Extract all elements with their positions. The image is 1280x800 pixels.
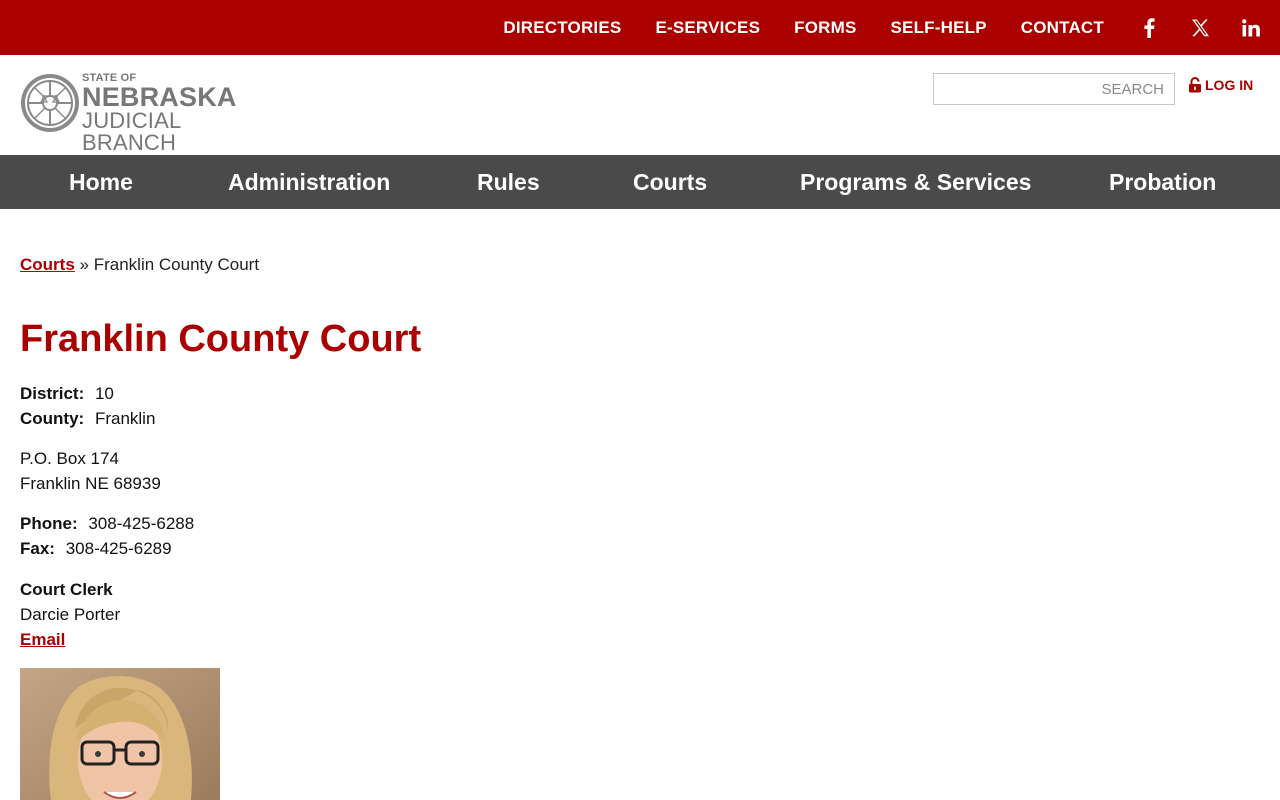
district-row: District: 10 (20, 384, 114, 404)
top-nav-forms[interactable]: FORMS (794, 18, 856, 38)
logo-judicial-branch: JUDICIAL BRANCH (82, 108, 181, 155)
main-nav-courts[interactable]: Courts (633, 155, 707, 209)
breadcrumb-courts-link[interactable]: Courts (20, 255, 75, 274)
top-utility-bar: DIRECTORIES E-SERVICES FORMS SELF-HELP C… (0, 0, 1280, 55)
county-label: County: (20, 409, 85, 428)
x-icon[interactable] (1189, 17, 1211, 39)
clerk-portrait-image (20, 668, 220, 800)
email-row: Email (20, 630, 65, 650)
lock-icon (1189, 77, 1201, 93)
top-nav-contact[interactable]: CONTACT (1021, 18, 1104, 38)
site-logo[interactable]: STATE OF NEBRASKA JUDICIAL BRANCH (20, 72, 280, 154)
county-value: Franklin (94, 409, 156, 428)
login-label: LOG IN (1205, 77, 1254, 93)
logo-wordmark: STATE OF NEBRASKA JUDICIAL BRANCH (82, 72, 280, 154)
breadcrumb-separator: » (79, 255, 89, 274)
breadcrumb: Courts » Franklin County Court (20, 255, 259, 275)
top-nav-e-services[interactable]: E-SERVICES (655, 18, 760, 38)
fax-label: Fax: (20, 539, 55, 558)
page-title: Franklin County Court (20, 318, 422, 360)
main-nav-home[interactable]: Home (69, 155, 133, 209)
clerk-name: Darcie Porter (20, 605, 121, 624)
social-links (1138, 17, 1262, 39)
email-link[interactable]: Email (20, 630, 65, 649)
linkedin-icon[interactable] (1240, 17, 1262, 39)
district-label: District: (20, 384, 85, 403)
login-link[interactable]: LOG IN (1188, 77, 1253, 93)
logo-nebraska: NEBRASKA (82, 82, 237, 112)
search-box (933, 73, 1175, 105)
main-nav-rules[interactable]: Rules (477, 155, 540, 209)
judicial-seal-icon (21, 74, 79, 132)
main-nav: Home Administration Rules Courts Program… (0, 155, 1280, 209)
top-nav: DIRECTORIES E-SERVICES FORMS SELF-HELP C… (503, 0, 1280, 55)
facebook-icon[interactable] (1138, 17, 1160, 39)
address-line-1: P.O. Box 174 (20, 449, 119, 468)
top-nav-self-help[interactable]: SELF-HELP (891, 18, 987, 38)
top-nav-directories[interactable]: DIRECTORIES (503, 18, 621, 38)
main-nav-administration[interactable]: Administration (228, 155, 390, 209)
fax-row: Fax: 308-425-6289 (20, 539, 172, 559)
main-nav-probation[interactable]: Probation (1109, 155, 1216, 209)
phone-value: 308-425-6288 (88, 514, 195, 533)
fax-value: 308-425-6289 (65, 539, 172, 558)
breadcrumb-current: Franklin County Court (93, 255, 260, 274)
phone-row: Phone: 308-425-6288 (20, 514, 194, 534)
main-nav-programs-services[interactable]: Programs & Services (800, 155, 1031, 209)
clerk-photo (20, 668, 220, 800)
clerk-title: Court Clerk (20, 580, 113, 599)
district-value: 10 (94, 384, 114, 403)
county-row: County: Franklin (20, 409, 155, 429)
search-input[interactable] (934, 74, 1174, 104)
phone-label: Phone: (20, 514, 78, 533)
address-line-2: Franklin NE 68939 (20, 474, 161, 493)
